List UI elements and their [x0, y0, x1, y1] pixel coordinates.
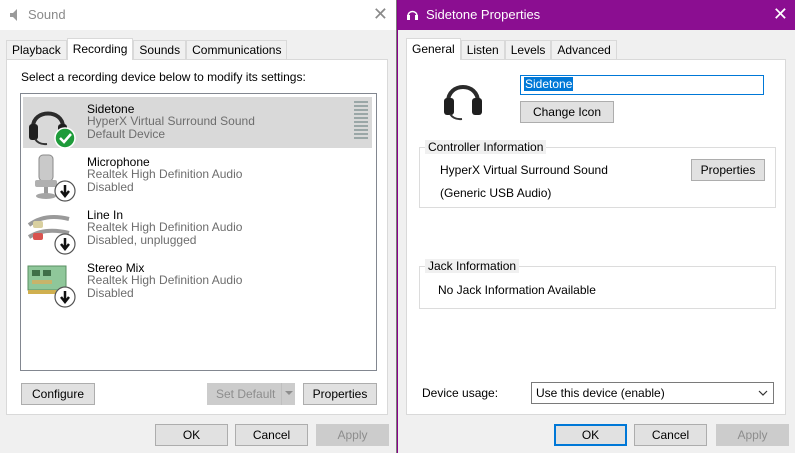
device-usage-value: Use this device (enable) — [536, 386, 665, 400]
device-details: Realtek High Definition Audio Disabled — [87, 168, 242, 194]
list-item[interactable]: Microphone Realtek High Definition Audio… — [23, 150, 372, 202]
sidetone-properties-window: Sidetone Properties ✕ General Listen Lev… — [397, 0, 795, 453]
headset-icon — [444, 85, 482, 121]
apply-button[interactable]: Apply — [316, 424, 389, 446]
device-status: Disabled — [87, 286, 134, 300]
ok-button[interactable]: OK — [554, 424, 627, 446]
device-status: Default Device — [87, 127, 166, 141]
headset-icon — [29, 111, 76, 149]
properties-titlebar: Sidetone Properties ✕ — [398, 0, 795, 30]
tab-advanced[interactable]: Advanced — [551, 40, 617, 60]
cancel-button[interactable]: Cancel — [634, 424, 707, 446]
check-badge-icon — [54, 127, 76, 149]
set-default-button[interactable]: Set Default — [207, 383, 295, 405]
device-list[interactable]: Sidetone HyperX Virtual Surround Sound D… — [20, 93, 377, 371]
window-title: Sidetone Properties — [426, 7, 541, 22]
sound-card-icon — [27, 265, 76, 308]
chevron-down-icon — [758, 390, 768, 396]
device-status: Disabled — [87, 180, 134, 194]
jack-info-legend: Jack Information — [425, 259, 520, 273]
speaker-app-icon — [10, 9, 17, 21]
device-usage-select[interactable]: Use this device (enable) — [531, 382, 774, 404]
tab-playback[interactable]: Playback — [6, 40, 67, 60]
headset-small-icon — [407, 10, 418, 20]
tab-levels[interactable]: Levels — [504, 40, 552, 60]
list-item[interactable]: Sidetone HyperX Virtual Surround Sound D… — [23, 97, 372, 149]
controller-type: (Generic USB Audio) — [440, 186, 552, 200]
tab-strip: Playback Recording Sounds Communications — [6, 38, 288, 60]
device-details: Realtek High Definition Audio Disabled — [87, 274, 242, 300]
list-item[interactable]: Stereo Mix Realtek High Definition Audio… — [23, 256, 372, 308]
controller-info-legend: Controller Information — [425, 140, 547, 154]
apply-button[interactable]: Apply — [716, 424, 789, 446]
tab-communications[interactable]: Communications — [186, 40, 288, 60]
device-name-field[interactable]: Sidetone — [520, 75, 764, 95]
cancel-button[interactable]: Cancel — [235, 424, 308, 446]
sound-titlebar: Sound ✕ — [0, 0, 396, 30]
window-title: Sound — [28, 7, 66, 22]
tab-recording[interactable]: Recording — [66, 38, 134, 60]
change-icon-button[interactable]: Change Icon — [520, 101, 614, 123]
device-status: Disabled, unplugged — [87, 233, 197, 247]
device-details: HyperX Virtual Surround Sound Default De… — [87, 115, 255, 141]
list-item[interactable]: Line In Realtek High Definition Audio Di… — [23, 203, 372, 255]
level-meter — [354, 101, 368, 143]
set-default-label: Set Default — [216, 387, 276, 401]
line-in-cable-icon — [27, 215, 76, 255]
device-usage-label: Device usage: — [422, 386, 499, 400]
configure-button[interactable]: Configure — [21, 383, 95, 405]
tab-listen[interactable]: Listen — [460, 40, 505, 60]
device-details: Realtek High Definition Audio Disabled, … — [87, 221, 242, 247]
device-name-selected-text: Sidetone — [524, 77, 574, 91]
sound-window: Sound ✕ Playback Recording Sounds Commun… — [0, 0, 397, 453]
controller-properties-button[interactable]: Properties — [691, 159, 765, 181]
jack-info-text: No Jack Information Available — [438, 283, 596, 297]
controller-name: HyperX Virtual Surround Sound — [440, 163, 608, 177]
properties-button[interactable]: Properties — [303, 383, 377, 405]
tab-general[interactable]: General — [406, 38, 461, 60]
close-icon[interactable]: ✕ — [373, 5, 388, 23]
instruction-text: Select a recording device below to modif… — [21, 70, 306, 84]
ok-button[interactable]: OK — [155, 424, 228, 446]
tab-sounds[interactable]: Sounds — [133, 40, 187, 60]
chevron-down-icon — [285, 391, 293, 395]
set-default-dropdown[interactable] — [281, 383, 295, 405]
microphone-icon — [35, 154, 76, 202]
tab-strip: General Listen Levels Advanced — [406, 38, 617, 60]
close-icon[interactable]: ✕ — [773, 5, 788, 23]
